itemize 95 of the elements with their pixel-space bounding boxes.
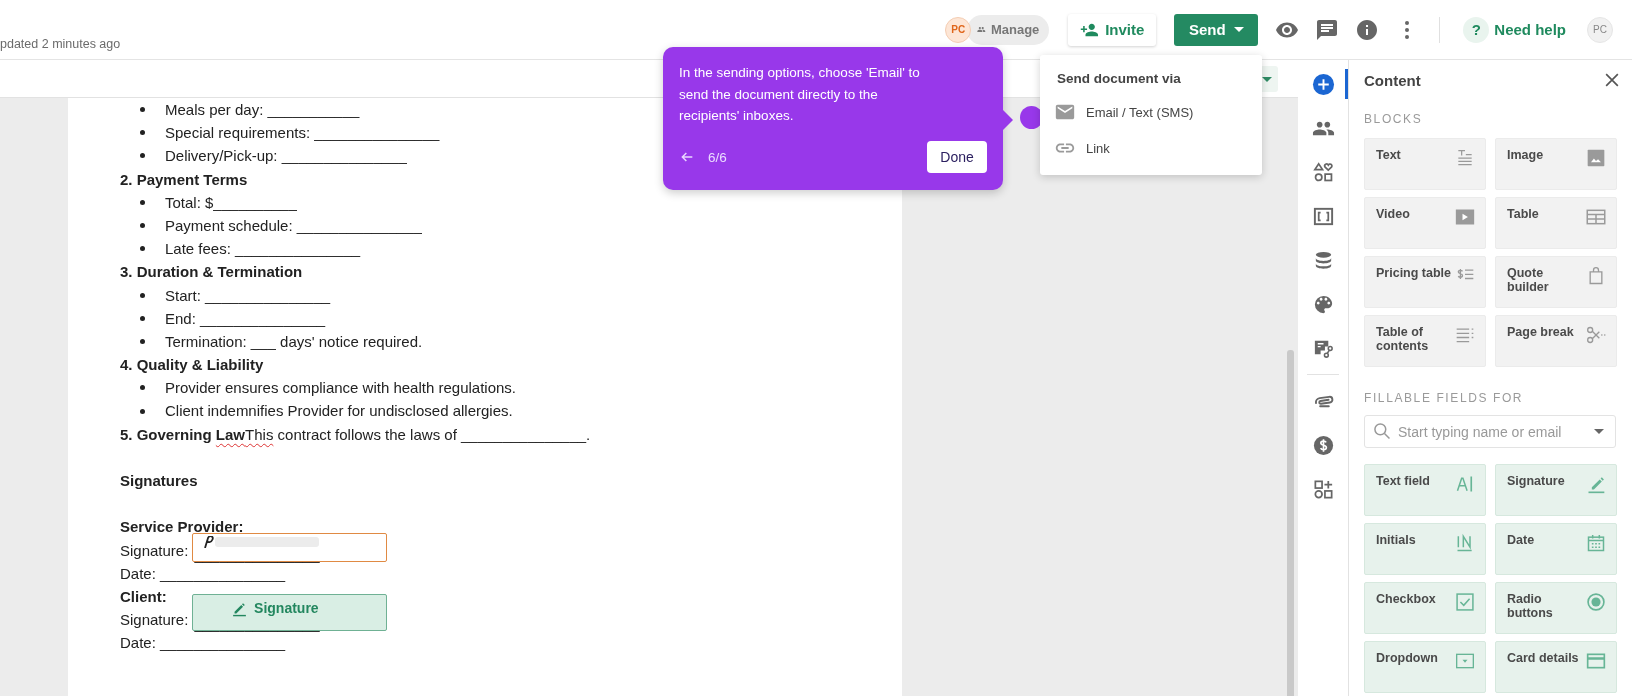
initials-icon: [1455, 533, 1475, 553]
signatures-heading: Signatures: [120, 472, 198, 489]
section-label: FILLABLE FIELDS FOR: [1364, 390, 1525, 407]
list-item-text: Provider ensures compliance with health regulations.: [165, 378, 517, 399]
signer-label: Client:: [120, 587, 167, 605]
plus-icon: [1311, 72, 1335, 96]
text-lines-icon: [1455, 148, 1475, 168]
field-label: Signature:: [120, 610, 189, 631]
radio-icon: [1586, 592, 1606, 612]
done-button[interactable]: Done: [927, 141, 987, 173]
bullet-icon: [140, 199, 145, 205]
list-item-text: Delivery/Pick-up: _______________: [165, 146, 407, 167]
field-tile[interactable]: Radio buttons: [1495, 582, 1617, 634]
bullet-icon: [140, 223, 145, 229]
block-tile[interactable]: Text: [1364, 138, 1486, 190]
list-item-text: End: _______________: [165, 308, 326, 329]
field-label: Signature:: [120, 540, 189, 561]
info-icon: [1355, 17, 1380, 42]
caret-icon: [1594, 429, 1604, 434]
blank-line: _______________: [193, 547, 321, 561]
scissors-icon: [1586, 325, 1606, 345]
tour-tooltip-text: In the sending options, choose 'Email' to send the document directly to the recipients' inboxes.: [679, 64, 921, 125]
section-heading: 2. Payment Terms: [120, 170, 248, 188]
field-label: Date: _______________: [120, 634, 286, 652]
block-tile[interactable]: Table: [1495, 197, 1617, 249]
block-tile[interactable]: Table of contents: [1364, 315, 1486, 367]
list-item-text: Total: $__________: [165, 192, 297, 213]
list-item-text: Late fees: _______________: [165, 239, 361, 260]
more-icon: [1405, 20, 1410, 39]
menu-title: Send document via: [1057, 70, 1181, 88]
block-tile[interactable]: Image: [1495, 138, 1617, 190]
last-updated-text: pdated 2 minutes ago: [0, 37, 121, 51]
field-tile[interactable]: Signature: [1495, 464, 1617, 516]
paragraph-text: 5. Governing LawThis contract follows the laws of _______________.: [120, 425, 591, 443]
menu-item[interactable]: Link: [1040, 130, 1262, 166]
play-icon: [1455, 207, 1475, 227]
image-icon: [1586, 148, 1606, 168]
list-item-text: Client indemnifies Provider for undisclosed allergies.: [165, 401, 513, 422]
field-tile[interactable]: Checkbox: [1364, 582, 1486, 634]
search-icon: [1372, 421, 1392, 441]
block-tile[interactable]: Pricing table: [1364, 256, 1486, 308]
bullet-icon: [140, 385, 145, 391]
bullet-icon: [140, 315, 145, 321]
comments-button[interactable]: [1315, 17, 1340, 42]
send-button[interactable]: Send: [1174, 13, 1259, 46]
blank-line: _______________: [193, 617, 321, 631]
bullet-icon: [140, 246, 145, 252]
panel-title: Content: [1364, 71, 1421, 89]
caret-icon: [1262, 76, 1272, 82]
bullet-icon: [140, 153, 145, 159]
bullet-icon: [140, 408, 145, 414]
info-button[interactable]: [1355, 17, 1380, 42]
section-heading: 3. Duration & Termination: [120, 263, 303, 281]
field-tile[interactable]: Initials: [1364, 523, 1486, 575]
field-label: Date: _______________: [120, 564, 286, 582]
list-item-text: Meals per day: ___________: [165, 100, 360, 120]
menu-item[interactable]: Email / Text (SMS): [1040, 94, 1262, 130]
checkbox-icon: [1455, 592, 1475, 612]
block-tile[interactable]: Page break: [1495, 315, 1617, 367]
caret-icon: [1233, 27, 1244, 32]
field-tile[interactable]: Date: [1495, 523, 1617, 575]
comment-icon: [1315, 17, 1340, 42]
recipient-search-field[interactable]: Start typing name or email: [1364, 415, 1616, 448]
widgets-icon: [1311, 477, 1335, 501]
bullet-icon: [140, 107, 145, 113]
section-label: BLOCKS: [1364, 111, 1424, 128]
field-tile[interactable]: Dropdown: [1364, 641, 1486, 693]
step-counter: 6/6: [708, 149, 727, 165]
signed-signature-field[interactable]: _______________: [192, 532, 388, 562]
invite-button[interactable]: Invite: [1068, 13, 1157, 46]
signature-field[interactable]: Signature _______________: [192, 594, 388, 632]
collaborator-avatar: PC: [945, 16, 972, 43]
field-tile[interactable]: Card details: [1495, 641, 1617, 693]
help-button[interactable]: ? Need help: [1463, 16, 1566, 43]
bullet-icon: [140, 130, 145, 136]
section-heading: 4. Quality & Liability: [120, 356, 264, 374]
block-tile[interactable]: Video: [1364, 197, 1486, 249]
text-cursor-icon: [1455, 474, 1475, 494]
scrollbar-thumb[interactable]: [1287, 350, 1294, 696]
dropdown-icon: [1455, 651, 1475, 671]
help-icon: ?: [1463, 16, 1490, 43]
manage-button[interactable]: Manage: [967, 14, 1050, 45]
bullet-icon: [140, 292, 145, 298]
dollar-icon: [1311, 433, 1335, 457]
list-item-text: Termination: ___ days' notice required.: [165, 331, 423, 352]
list-item-text: Special requirements: _______________: [165, 123, 440, 144]
calendar-icon: [1586, 533, 1606, 553]
shapes-icon: [1311, 160, 1335, 184]
table-icon: [1586, 207, 1606, 227]
card-icon: [1586, 651, 1606, 671]
bullet-icon: [140, 338, 145, 344]
list-item-text: Start: _______________: [165, 285, 331, 306]
list-item-text: Payment schedule: _______________: [165, 215, 422, 236]
block-tile[interactable]: Quote builder: [1495, 256, 1617, 308]
field-tile[interactable]: Text field: [1364, 464, 1486, 516]
